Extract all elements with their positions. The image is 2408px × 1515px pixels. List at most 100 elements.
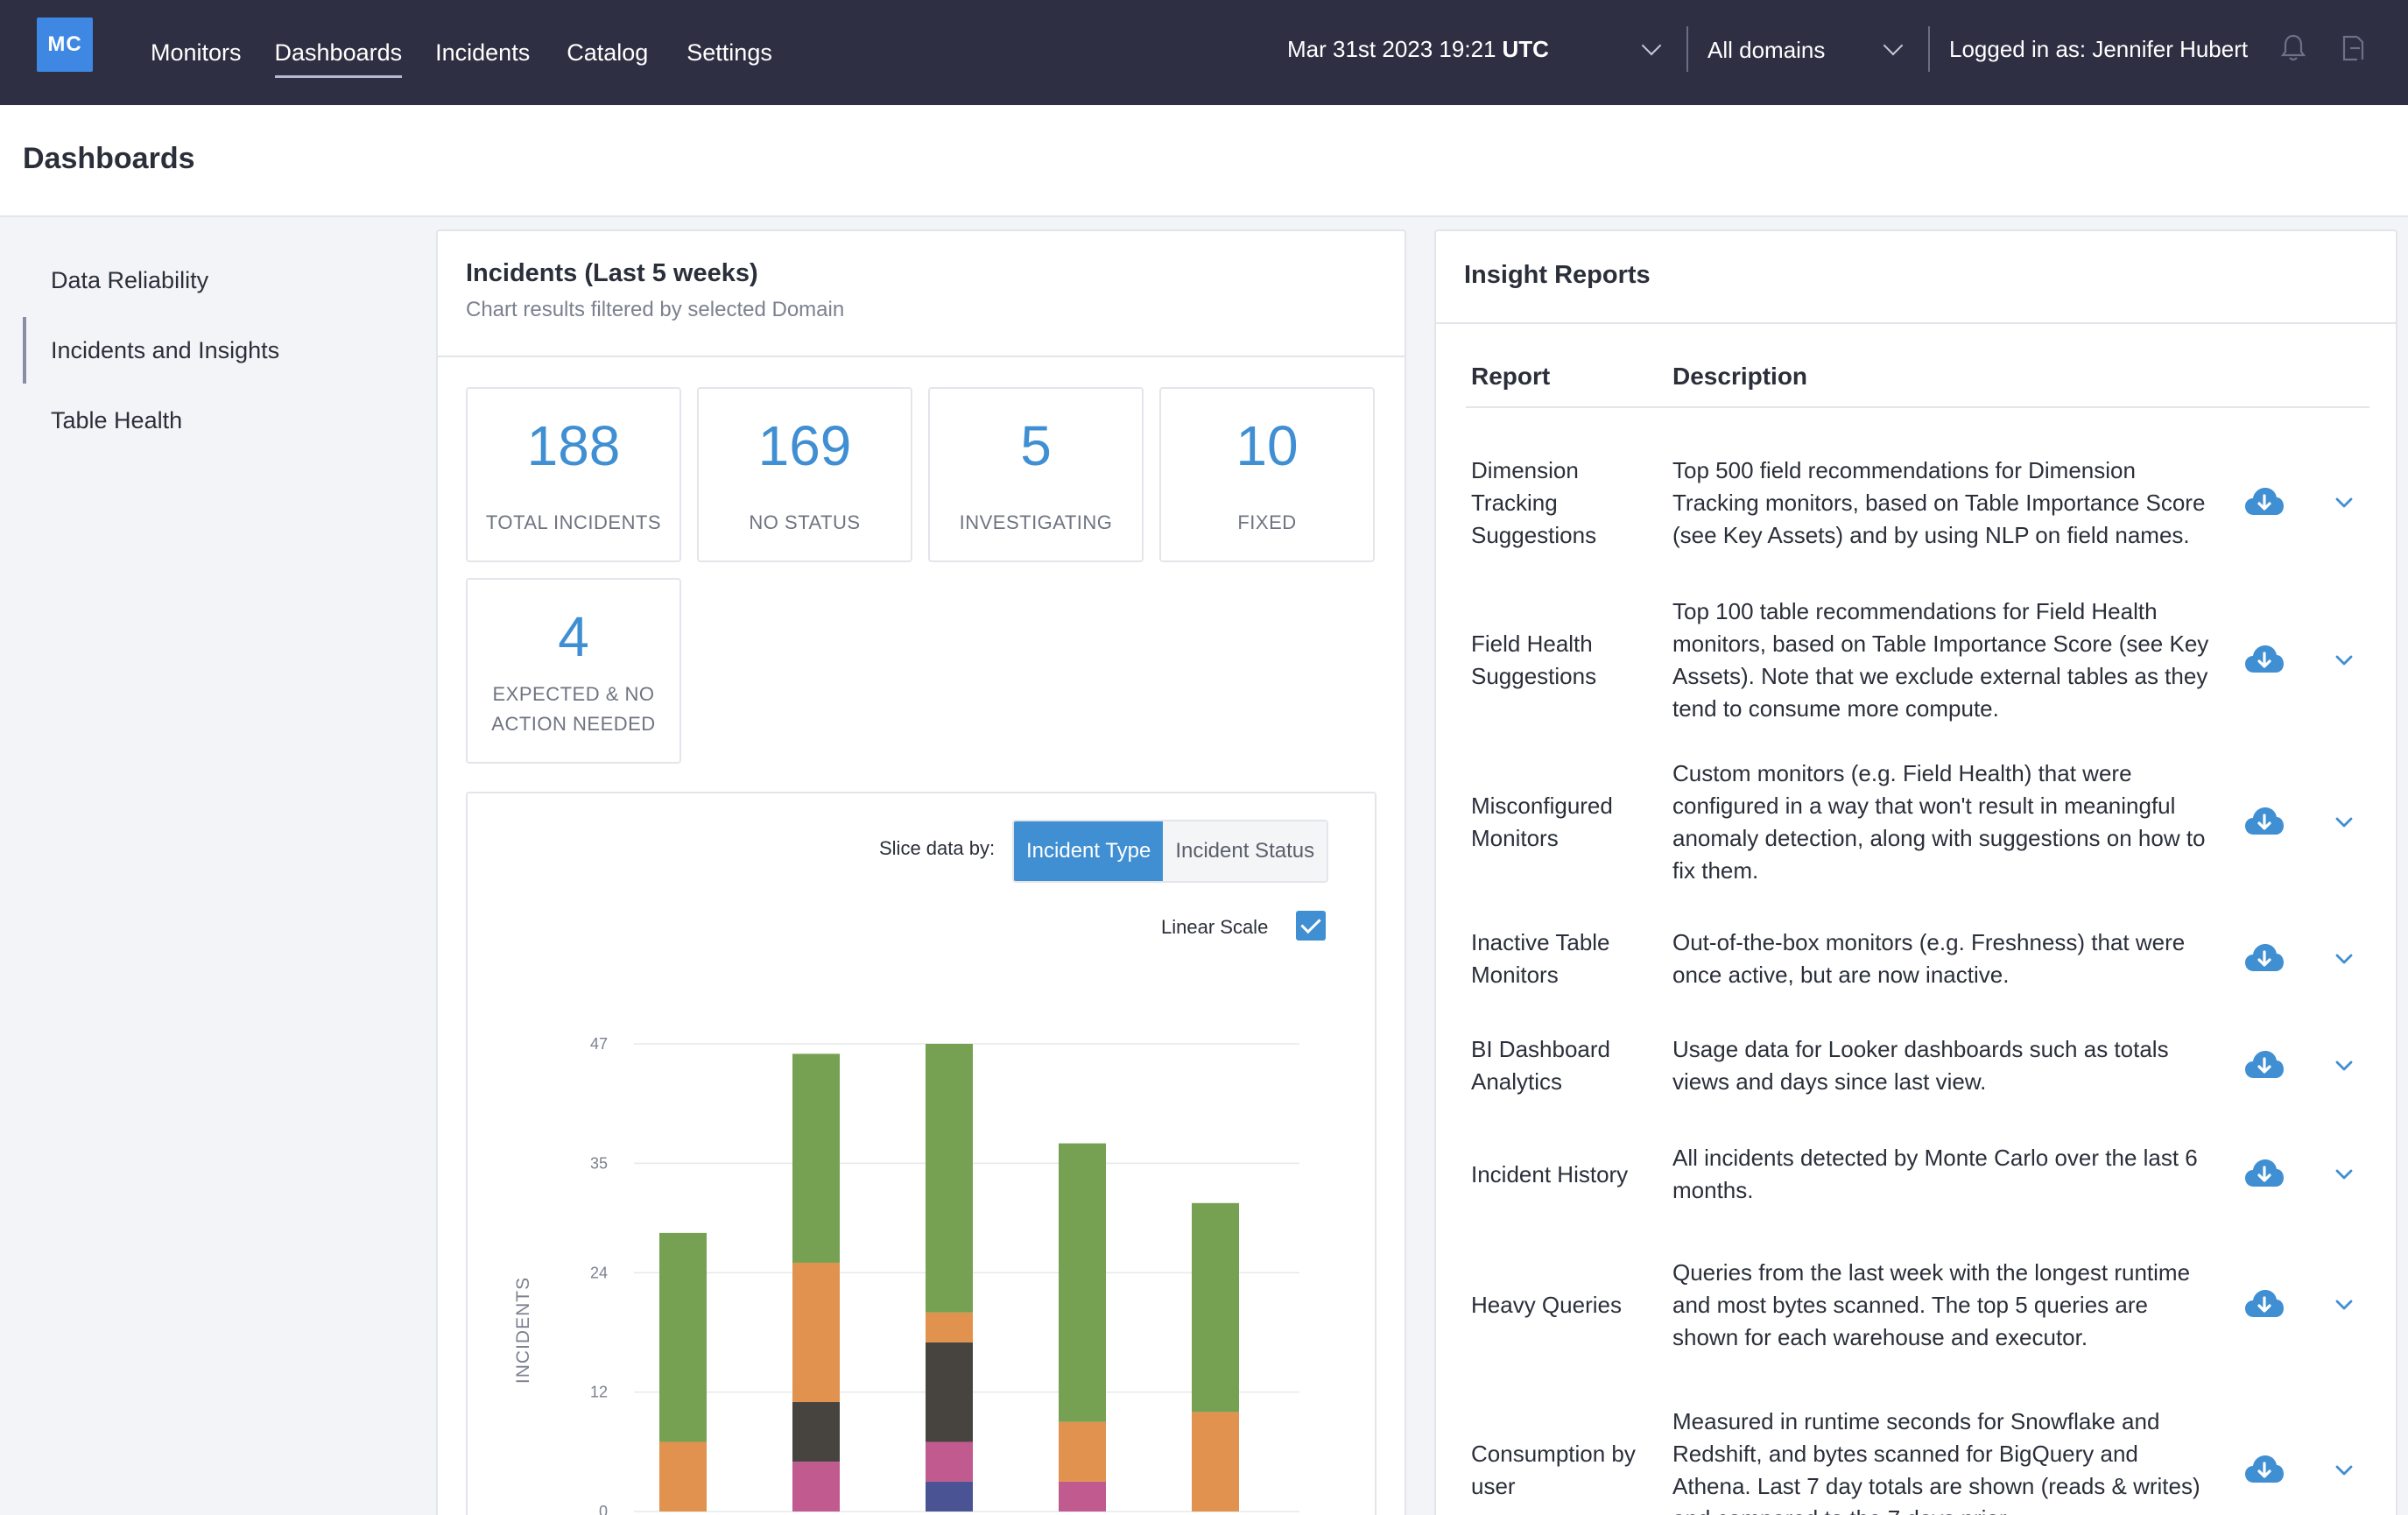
report-row: Incident History All incidents detected b… — [1466, 1123, 2369, 1226]
incidents-subtitle: Chart results filtered by selected Domai… — [466, 298, 845, 321]
stat-label: INVESTIGATING — [959, 511, 1113, 533]
y-tick-label: 24 — [590, 1264, 608, 1281]
top-navigation-bar: MC Monitors Dashboards Incidents Catalog… — [0, 0, 2408, 105]
report-row: Misconfigured Monitors Custom monitors (e… — [1466, 741, 2369, 904]
chevron-down-icon[interactable] — [2333, 948, 2355, 970]
bar-segment — [926, 1044, 973, 1313]
stat-label: EXPECTED & NO ACTION NEEDED — [491, 683, 656, 735]
column-header-description: Description — [1672, 363, 1808, 390]
chevron-down-icon[interactable] — [2333, 1459, 2355, 1482]
cloud-download-icon[interactable] — [2243, 1157, 2285, 1192]
chevron-down-icon[interactable] — [2333, 649, 2355, 672]
sidebar-item-data-reliability[interactable]: Data Reliability — [23, 247, 408, 314]
bar-segment — [1059, 1421, 1106, 1482]
stacked-bar-chart: 0 12 24 35 47 INCIDENTS — [513, 1035, 1299, 1515]
bar-segment — [926, 1312, 973, 1342]
domain-value: All domains — [1707, 36, 1826, 63]
report-description: Top 100 table recommendations for Field … — [1672, 598, 2209, 722]
sidebar-item-table-health[interactable]: Table Health — [23, 387, 408, 454]
report-row: Consumption by user Measured in runtime s… — [1466, 1387, 2369, 1515]
cloud-download-icon[interactable] — [2243, 941, 2285, 976]
page-title: Dashboards — [23, 142, 195, 175]
app-logo[interactable]: MC — [37, 18, 93, 72]
logout-icon[interactable] — [2340, 33, 2368, 63]
chevron-down-icon[interactable] — [2333, 1293, 2355, 1316]
chevron-down-icon[interactable] — [2333, 1163, 2355, 1186]
stat-total-incidents: 188 TOTAL INCIDENTS — [466, 387, 681, 562]
nav-dashboards[interactable]: Dashboards — [274, 0, 402, 105]
nav-monitors[interactable]: Monitors — [151, 0, 242, 105]
cloud-download-icon[interactable] — [2243, 1048, 2285, 1083]
date-selector[interactable]: Mar 31st 2023 19:21 UTC — [1287, 0, 1549, 98]
divider — [1928, 26, 1930, 72]
stat-no-status: 169 NO STATUS — [697, 387, 912, 562]
report-description: Queries from the last week with the long… — [1672, 1258, 2191, 1350]
y-tick-label: 35 — [590, 1154, 608, 1172]
chevron-down-icon[interactable] — [1641, 35, 1662, 56]
nav-catalog[interactable]: Catalog — [567, 0, 648, 105]
stat-value: 10 — [1236, 414, 1299, 477]
report-name: Incident History — [1471, 1160, 1629, 1187]
sidebar: Data Reliability Incidents and Insights … — [0, 219, 433, 1515]
column-header-report: Report — [1471, 363, 1551, 390]
stat-expected-no-action: 4 EXPECTED & NO ACTION NEEDED — [466, 578, 681, 764]
y-tick-label: 0 — [599, 1503, 608, 1515]
divider — [1436, 322, 2396, 324]
nav-incidents[interactable]: Incidents — [435, 0, 530, 105]
insight-reports-title: Insight Reports — [1464, 261, 1651, 289]
bar-segment — [926, 1342, 973, 1442]
bell-icon[interactable] — [2280, 33, 2306, 63]
stat-value: 4 — [558, 605, 589, 668]
incidents-title: Incidents (Last 5 weeks) — [466, 259, 758, 287]
stat-value: 5 — [1020, 414, 1052, 477]
divider — [1466, 406, 2369, 408]
incidents-panel: Incidents (Last 5 weeks) Chart results f… — [436, 229, 1406, 1515]
timezone-label: UTC — [1502, 35, 1549, 62]
stat-investigating: 5 INVESTIGATING — [928, 387, 1144, 562]
y-tick-label: 12 — [590, 1384, 608, 1401]
logged-in-user: Logged in as: Jennifer Hubert — [1949, 35, 2249, 62]
report-row: BI Dashboard Analytics Usage data for Loo… — [1466, 1014, 2369, 1117]
stat-label: FIXED — [1237, 511, 1297, 533]
bar-segment — [792, 1053, 840, 1263]
report-description: Custom monitors (e.g. Field Health) that… — [1672, 760, 2206, 884]
insight-reports-panel: Insight Reports Report Description Dimen… — [1434, 229, 2397, 1515]
chevron-down-icon[interactable] — [2333, 811, 2355, 834]
stat-label: NO STATUS — [749, 511, 861, 533]
nav-settings[interactable]: Settings — [686, 0, 772, 105]
domain-selector[interactable]: All domains — [1707, 0, 1825, 100]
bar-segment — [659, 1441, 707, 1511]
bar-segment — [792, 1262, 840, 1403]
y-tick-label: 47 — [590, 1035, 608, 1053]
bar-segment — [1059, 1481, 1106, 1511]
report-name: Misconfigured Monitors — [1471, 793, 1613, 851]
report-name: Field Health Suggestions — [1471, 631, 1597, 689]
chevron-down-icon[interactable] — [1883, 35, 1904, 56]
cloud-download-icon[interactable] — [2243, 805, 2285, 840]
bar-segment — [1192, 1202, 1239, 1413]
bar-segment — [926, 1441, 973, 1482]
main-nav: Monitors Dashboards Incidents Catalog Se… — [151, 0, 806, 105]
report-name: Dimension Tracking Suggestions — [1471, 456, 1597, 548]
bar-segment — [792, 1462, 840, 1511]
chevron-down-icon[interactable] — [2333, 491, 2355, 514]
cloud-download-icon[interactable] — [2243, 643, 2285, 678]
bar-segment — [1192, 1412, 1239, 1511]
page-header: Dashboards — [0, 105, 2408, 217]
report-name: Inactive Table Monitors — [1471, 929, 1610, 988]
chevron-down-icon[interactable] — [2333, 1054, 2355, 1077]
bar-segment — [792, 1402, 840, 1462]
report-name: BI Dashboard Analytics — [1471, 1036, 1610, 1095]
report-description: Out-of-the-box monitors (e.g. Freshness)… — [1672, 929, 2186, 988]
date-value: Mar 31st 2023 19:21 — [1287, 35, 1496, 62]
stat-value: 169 — [757, 414, 852, 477]
cloud-download-icon[interactable] — [2243, 1287, 2285, 1322]
sidebar-item-incidents-and-insights[interactable]: Incidents and Insights — [23, 317, 408, 384]
report-description: Usage data for Looker dashboards such as… — [1672, 1036, 2169, 1095]
cloud-download-icon[interactable] — [2243, 485, 2285, 520]
bar-segment — [659, 1232, 707, 1442]
divider — [438, 356, 1405, 357]
report-name: Consumption by user — [1471, 1441, 1636, 1499]
cloud-download-icon[interactable] — [2243, 1453, 2285, 1488]
report-row: Dimension Tracking Suggestions Top 500 fi… — [1466, 426, 2369, 580]
